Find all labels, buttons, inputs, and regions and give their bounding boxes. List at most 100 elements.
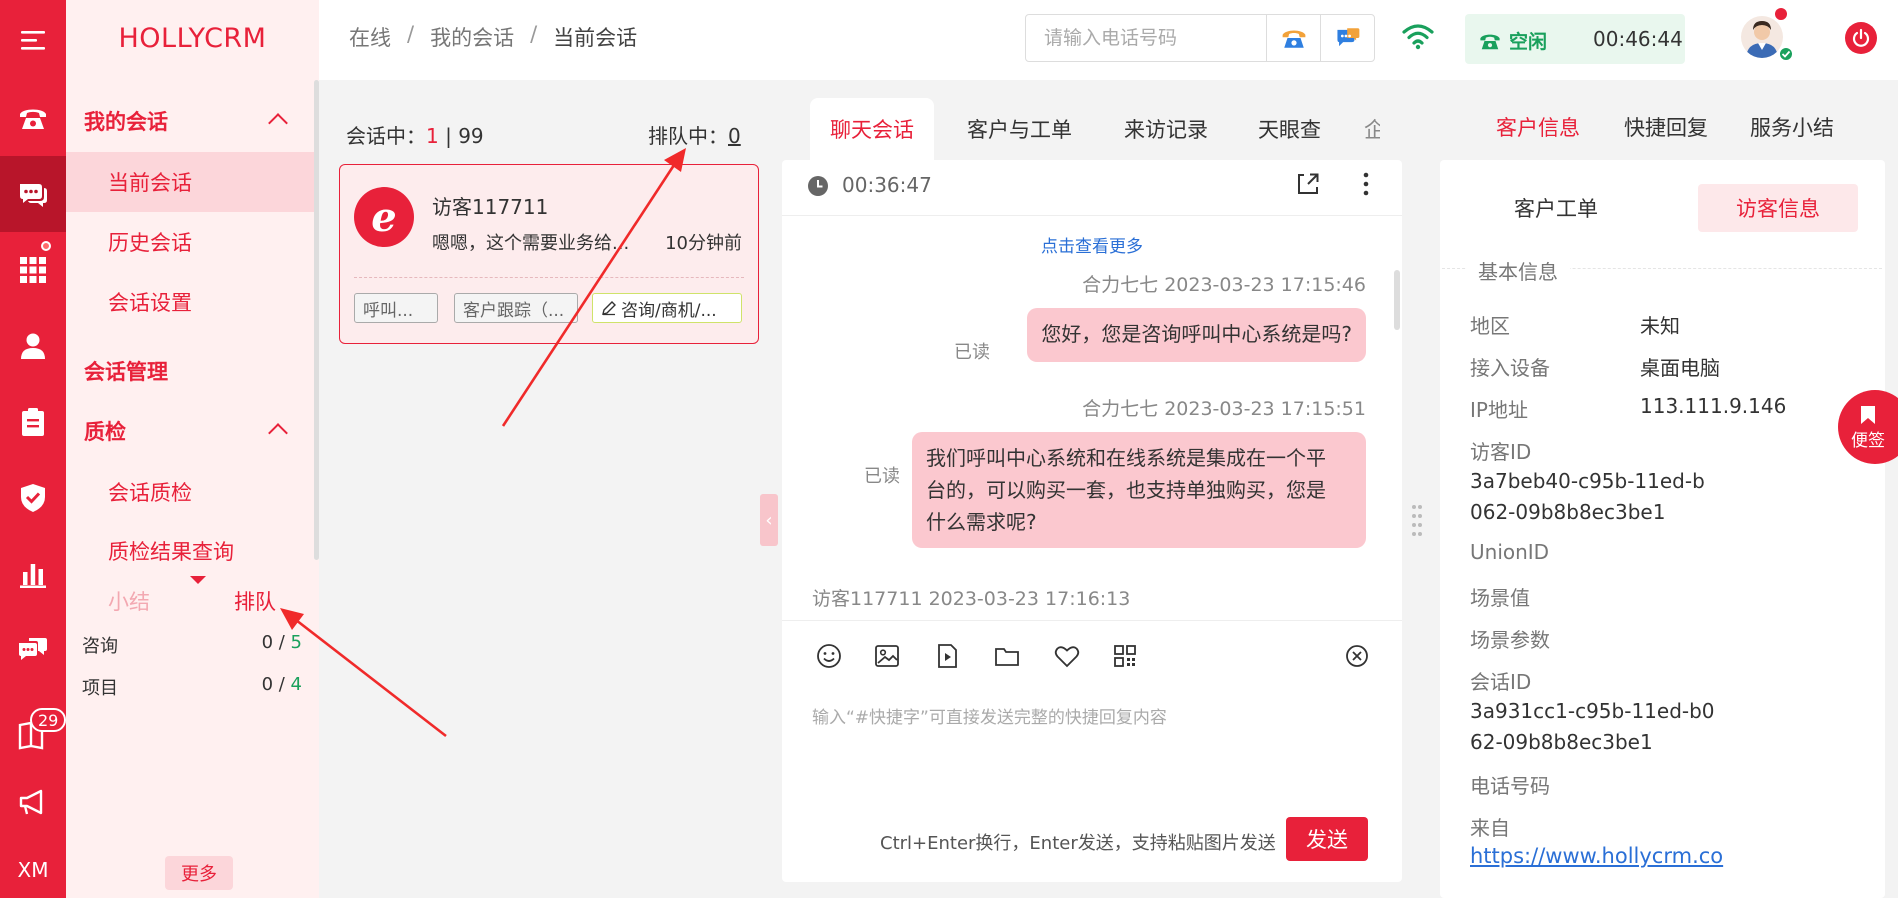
- read-receipt: 已读: [954, 342, 990, 363]
- source-url-link[interactable]: https://www.hollycrm.co: [1470, 844, 1723, 868]
- chevron-up-icon[interactable]: [268, 113, 288, 133]
- phone-input[interactable]: [1026, 16, 1266, 60]
- field-label: 访客ID: [1470, 440, 1532, 464]
- tab-customer-orders[interactable]: 客户与工单: [967, 98, 1072, 160]
- menu-group-my-sessions[interactable]: 我的会话: [84, 106, 168, 136]
- top-bar: 在线 / 我的会话 / 当前会话 空闲 00:46:44: [319, 0, 1898, 80]
- menu-scrollbar[interactable]: [314, 80, 319, 560]
- more-button[interactable]: 更多: [165, 856, 233, 890]
- menu-item-session-settings[interactable]: 会话设置: [66, 272, 316, 332]
- folder-icon[interactable]: [992, 641, 1022, 671]
- phone-status-icon: [1480, 34, 1500, 49]
- tag-chip-active[interactable]: 咨询/商机/...: [592, 293, 742, 323]
- chat-panel: 00:36:47 点击查看更多 合力七七 2023-03-23 17:15:46…: [782, 160, 1402, 882]
- emoji-icon[interactable]: [814, 641, 844, 671]
- chat-scrollbar[interactable]: [1394, 270, 1400, 330]
- subtab-visitor-info[interactable]: 访客信息: [1698, 184, 1858, 232]
- dial-button[interactable]: [1266, 15, 1320, 61]
- field-label: 电话号码: [1470, 774, 1550, 798]
- rail-item-phone[interactable]: [0, 80, 66, 156]
- heart-icon[interactable]: [1052, 641, 1082, 671]
- rail-item-messages[interactable]: [0, 612, 66, 688]
- logout-button[interactable]: [1845, 22, 1877, 54]
- rail-item-clipboard[interactable]: [0, 384, 66, 460]
- send-button[interactable]: 发送: [1286, 817, 1368, 861]
- chat-tabs: 聊天会话 客户与工单 来访记录 天眼查 企: [810, 98, 1380, 160]
- rail-item-chat[interactable]: [0, 156, 66, 232]
- share-button[interactable]: [1294, 170, 1322, 203]
- chat-icon: [20, 184, 47, 207]
- tag-chip[interactable]: 客户跟踪（...: [454, 293, 578, 323]
- field-label: 场景参数: [1470, 628, 1550, 652]
- field-value-line: 3a7beb40-c95b-11ed-b: [1470, 469, 1705, 493]
- share-icon: [1298, 173, 1319, 194]
- phone-dial-icon: [1282, 30, 1305, 48]
- tab-quick-reply[interactable]: 快捷回复: [1624, 112, 1708, 142]
- tab-queue[interactable]: 排队: [234, 586, 276, 616]
- image-icon[interactable]: [872, 641, 902, 671]
- message-line: 什么需求呢?: [926, 510, 1037, 534]
- message-line: 台的，可以购买一套，也支持单独购买，您是: [926, 478, 1326, 502]
- field-value: 3a931cc1-c95b-11ed-b0 62-09b8b8ec3be1: [1470, 696, 1770, 758]
- menu-item-session-quality[interactable]: 会话质检: [66, 462, 316, 522]
- brand-logo: HOLLYCRM: [118, 22, 267, 54]
- notification-dot: [41, 241, 51, 251]
- video-icon[interactable]: [932, 641, 962, 671]
- message-input[interactable]: 输入“#快捷字”可直接发送完整的快捷回复内容: [812, 703, 1167, 728]
- kebab-icon: [1363, 172, 1369, 196]
- avatar[interactable]: [1741, 16, 1783, 58]
- section-title: 基本信息: [1466, 256, 1570, 285]
- collapse-panel-button[interactable]: ‹: [760, 494, 778, 546]
- breadcrumb-item[interactable]: 我的会话: [430, 22, 514, 52]
- session-card[interactable]: e 访客117711 嗯嗯，这个需要业务给... 10分钟前 呼叫... 客户跟…: [339, 164, 759, 344]
- breadcrumb-item[interactable]: 在线: [349, 22, 391, 52]
- status-label: 空闲: [1509, 31, 1548, 53]
- menu-toggle-button[interactable]: [0, 2, 66, 78]
- menu-group-session-management[interactable]: 会话管理: [84, 356, 168, 386]
- tab-overflow[interactable]: 企: [1364, 98, 1380, 160]
- qrcode-icon[interactable]: [1110, 641, 1140, 671]
- tab-chat[interactable]: 聊天会话: [810, 98, 934, 160]
- tab-customer-info[interactable]: 客户信息: [1496, 112, 1580, 142]
- agent-status[interactable]: 空闲 00:46:44: [1465, 14, 1685, 64]
- menu-group-quality[interactable]: 质检: [84, 416, 126, 446]
- tab-tianyancha[interactable]: 天眼查: [1258, 98, 1321, 160]
- stat-row-project: 项目 0 / 4: [82, 674, 302, 708]
- queue-label: 排队中：: [648, 124, 728, 148]
- wifi-icon: [1402, 22, 1434, 55]
- resize-handle-icon[interactable]: [1410, 502, 1424, 538]
- menu-item-current-session[interactable]: 当前会话: [66, 152, 316, 212]
- rail-item-shield[interactable]: [0, 460, 66, 536]
- field-value: 未知: [1640, 314, 1680, 338]
- tab-visit-records[interactable]: 来访记录: [1124, 98, 1208, 160]
- more-options-button[interactable]: [1360, 170, 1372, 203]
- visitor-message-meta: 访客117711 2023-03-23 17:16:13: [812, 588, 1131, 610]
- rail-item-announce[interactable]: [0, 764, 66, 840]
- tab-service-summary[interactable]: 服务小结: [1750, 112, 1834, 142]
- edit-icon: [602, 301, 616, 316]
- clipboard-icon: [22, 408, 44, 436]
- rail-item-stats[interactable]: [0, 536, 66, 612]
- bottom-tabs: 小结 排队: [66, 568, 319, 630]
- chevron-up-icon[interactable]: [268, 423, 288, 443]
- session-count: 会话中：1 | 99: [346, 120, 484, 149]
- queue-count-link[interactable]: 0: [728, 124, 741, 148]
- chat-shortcut-button[interactable]: [1320, 15, 1374, 61]
- stat-sep: /: [273, 674, 291, 695]
- menu-item-history-session[interactable]: 历史会话: [66, 212, 316, 272]
- tag-chip[interactable]: 呼叫...: [354, 293, 438, 323]
- stat-current: 0: [261, 632, 274, 653]
- bar-chart-icon: [20, 564, 46, 588]
- field-label: 场景值: [1470, 586, 1530, 610]
- chat-header: 00:36:47: [782, 160, 1402, 216]
- rail-item-user[interactable]: [0, 308, 66, 384]
- load-more-link[interactable]: 点击查看更多: [782, 232, 1402, 257]
- end-session-icon[interactable]: [1342, 641, 1372, 671]
- subtab-customer-orders[interactable]: 客户工单: [1476, 184, 1636, 232]
- chat-bubble-icon: [1336, 28, 1359, 47]
- menu-icon: [21, 31, 45, 50]
- grid-icon: [20, 257, 46, 283]
- session-count-value: 1: [426, 124, 439, 148]
- rail-item-grid[interactable]: [0, 232, 66, 308]
- tab-summary[interactable]: 小结: [108, 586, 150, 616]
